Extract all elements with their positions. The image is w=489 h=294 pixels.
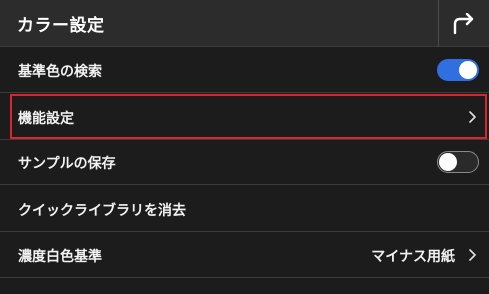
row-clear-quick-library[interactable]: クイックライブラリを消去 [0, 185, 489, 232]
save-sample-toggle[interactable] [437, 151, 479, 173]
chevron-right-icon [469, 249, 476, 261]
back-button[interactable] [439, 0, 489, 47]
reference-color-search-toggle[interactable] [437, 59, 479, 81]
density-white-reference-value: マイナス用紙 [371, 249, 455, 265]
row-density-white-reference[interactable]: 濃度白色基準 マイナス用紙 [0, 232, 489, 278]
return-arrow-icon [453, 12, 474, 34]
chevron-right-icon [469, 111, 476, 123]
page-title: カラー設定 [17, 16, 105, 36]
toggle-knob [459, 61, 477, 79]
toggle-knob [439, 153, 457, 171]
row-function-settings[interactable]: 機能設定 [0, 93, 489, 140]
color-settings-screen: カラー設定 基準色の検索 機能設定 サンプルの保存 クイックライブラリを消去 濃… [0, 0, 489, 294]
row-label-save-sample: サンプルの保存 [18, 156, 116, 172]
row-label-function-settings: 機能設定 [18, 111, 74, 127]
row-label-clear-quick-library: クイックライブラリを消去 [18, 203, 186, 219]
row-reference-color-search[interactable]: 基準色の検索 [0, 47, 489, 93]
header-bar: カラー設定 [0, 0, 489, 47]
row-label-density-white-reference: 濃度白色基準 [18, 249, 102, 265]
row-label-reference-color-search: 基準色の検索 [18, 64, 102, 80]
row-save-sample[interactable]: サンプルの保存 [0, 140, 489, 185]
